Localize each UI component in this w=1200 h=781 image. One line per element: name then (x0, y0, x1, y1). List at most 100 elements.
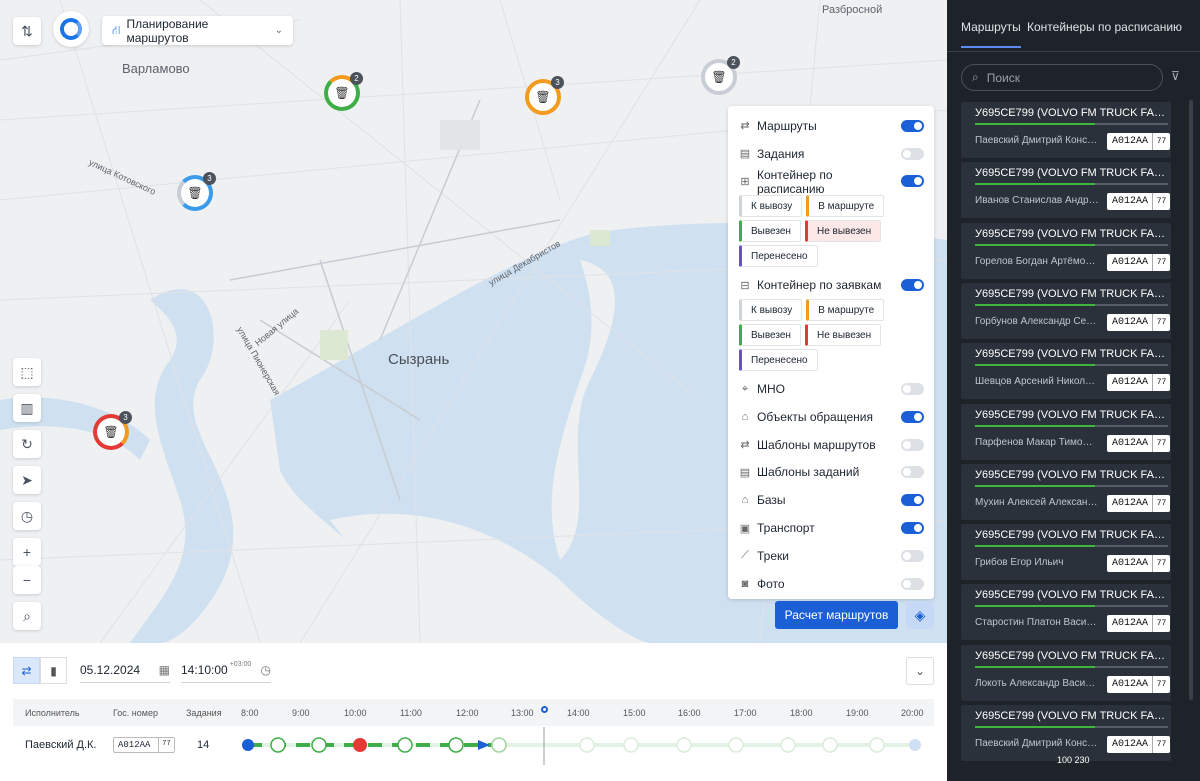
route-card[interactable]: У695СЕ799 (VOLVO FM TRUCK FAUN (18),... Г… (961, 222, 1171, 279)
layers-panel: ⇄ Маршруты ▤ Задания ⊞ Контейнер по расписа… (728, 106, 934, 599)
col-executor: Исполнитель (25, 708, 80, 718)
layer-label: Треки (757, 548, 789, 563)
container-marker[interactable]: 🗑 3 (93, 411, 132, 450)
chip-to-pickup[interactable]: К вывозу (739, 195, 803, 218)
layer-label: Базы (757, 493, 786, 508)
plate-region: 77 (1152, 374, 1170, 392)
chip-not-picked[interactable]: Не вывезен (804, 220, 882, 243)
camera-icon: ◙ (741, 577, 749, 590)
plate-number: А012АА (1112, 437, 1149, 449)
layer-label: Шаблоны заданий (757, 465, 860, 480)
route-card[interactable]: У695СЕ799 (VOLVO FM TRUCK FAUN (18),... Ш… (961, 343, 1171, 400)
layer-label: Фото (757, 576, 785, 591)
toggle-requested[interactable] (901, 279, 924, 292)
route-card[interactable]: У695СЕ799 (VOLVO FM TRUCK FAUN (18),... П… (961, 705, 1171, 761)
routes-view-icon[interactable]: ⇄ (13, 657, 40, 684)
clock-icon[interactable]: ◷ (13, 502, 41, 530)
chip-picked[interactable]: Вывезен (739, 324, 801, 347)
time-value: 14:10:00 (181, 662, 228, 677)
pin-icon: ⌖ (741, 382, 749, 395)
layer-label: Шаблоны маршрутов (757, 437, 876, 452)
timeline-row[interactable]: Паевский Д.К. А012АА 77 14 (0, 706, 947, 765)
chip-in-route[interactable]: В маршруте (806, 299, 885, 322)
factory-icon: ⌂ (741, 410, 749, 423)
zoom-in-icon[interactable]: + (13, 538, 41, 566)
hour-label: 12:00 (456, 708, 479, 718)
toggle-tracks[interactable] (901, 549, 924, 562)
layer-label: Контейнер по заявкам (757, 278, 882, 293)
hour-label: 16:00 (678, 708, 701, 718)
select-area-icon[interactable]: ⬚ (13, 358, 41, 386)
route-card[interactable]: У695СЕ799 (VOLVO FM TRUCK FAUN (18),... Г… (961, 524, 1171, 581)
toggle-mno[interactable] (901, 383, 924, 396)
toggle-transport[interactable] (901, 522, 924, 535)
search-icon[interactable]: ⌕ (13, 602, 41, 630)
tab-routes[interactable]: Маршруты (961, 20, 1021, 48)
hour-label: 9:00 (292, 708, 310, 718)
toggle-task-templates[interactable] (901, 466, 924, 479)
route-card-plate: А012АА 77 (1107, 736, 1170, 753)
time-field[interactable]: 14:10:00 +03:00 ◷ (181, 657, 271, 683)
mode-dropdown[interactable]: ⛙ Планирование маршрутов ⌄ (102, 16, 293, 45)
container-marker[interactable]: 🗑 3 (177, 172, 216, 211)
chip-not-picked[interactable]: Не вывезен (804, 324, 882, 347)
route-card-plate: А012АА 77 (1107, 494, 1170, 512)
hour-label: 15:00 (623, 708, 646, 718)
chip-moved[interactable]: Перенесено (739, 245, 818, 268)
filter-icon[interactable]: ⊽ (1171, 69, 1180, 83)
route-progress-bar (975, 123, 1168, 125)
routes-sidebar: Маршруты Контейнеры по расписанию ⌕ Поис… (947, 0, 1200, 781)
route-card-title: У695СЕ799 (VOLVO FM TRUCK FAUN (18),... (975, 348, 1171, 361)
layers-icon[interactable]: ◈ (906, 601, 934, 629)
route-card[interactable]: У695СЕ799 (VOLVO FM TRUCK FAUN (18),... Л… (961, 644, 1171, 701)
route-icon: ⇄ (740, 120, 750, 133)
hour-label: 11:00 (400, 708, 422, 718)
route-card-title: У695СЕ799 (VOLVO FM TRUCK FAUN (18),... (975, 589, 1171, 602)
toggle-photo[interactable] (901, 577, 924, 590)
route-card-driver: Шевцов Арсений Николаевич (975, 376, 1100, 388)
route-card[interactable]: У695СЕ799 (VOLVO FM TRUCK FAUN (18),... Г… (961, 282, 1171, 339)
chevron-down-icon: ⌄ (274, 25, 283, 36)
route-card[interactable]: У695СЕ799 (VOLVO FM TRUCK FAUN (18),... И… (961, 162, 1171, 219)
route-card[interactable]: У695СЕ799 (VOLVO FM TRUCK FAUN (18),... М… (961, 463, 1171, 520)
search-input[interactable]: ⌕ Поиск (961, 64, 1163, 91)
toggle-bases[interactable] (901, 494, 924, 507)
plate-region: 77 (1152, 253, 1170, 271)
route-card-title: У695СЕ799 (VOLVO FM TRUCK FAUN (18),... (975, 167, 1171, 180)
chip-moved[interactable]: Перенесено (739, 349, 818, 372)
route-progress-bar (975, 183, 1168, 186)
sort-icon[interactable]: ⇅ (13, 17, 41, 45)
route-card[interactable]: У695СЕ799 (VOLVO FM TRUCK FAUN (18),... С… (961, 584, 1171, 641)
locate-icon[interactable]: ➤ (13, 466, 41, 494)
plate-number: А012АА (1112, 739, 1149, 750)
chip-in-route[interactable]: В маршруте (806, 195, 885, 218)
route-card[interactable]: У695СЕ799 (VOLVO FM TRUCK FAUN (18),... П… (961, 102, 1171, 158)
refresh-icon[interactable]: ↻ (13, 430, 41, 458)
base-icon: ⌂ (741, 494, 749, 507)
toggle-tasks[interactable] (901, 147, 924, 160)
zoom-out-icon[interactable]: − (13, 566, 41, 594)
scrollbar[interactable] (1189, 100, 1193, 700)
route-progress-bar (975, 665, 1168, 668)
toggle-routes[interactable] (901, 119, 924, 132)
container-marker[interactable]: 🗑 3 (525, 76, 564, 115)
collapse-icon[interactable]: ⌄ (906, 657, 934, 685)
plate-region: 77 (1152, 193, 1170, 211)
marker-count: 3 (203, 172, 216, 185)
tab-scheduled-containers[interactable]: Контейнеры по расписанию (1027, 20, 1182, 34)
toggle-scheduled[interactable] (901, 175, 924, 188)
route-card[interactable]: У695СЕ799 (VOLVO FM TRUCK FAUN (18),... П… (961, 403, 1171, 460)
toggle-objects[interactable] (901, 410, 924, 423)
map-canvas[interactable]: Варламово Сызрань Разбросной улица Котов… (0, 0, 947, 643)
plate-number: А012АА (1112, 256, 1149, 268)
toggle-route-templates[interactable] (901, 438, 924, 451)
calc-routes-button[interactable]: Расчет маршрутов (775, 601, 898, 629)
chip-picked[interactable]: Вывезен (739, 220, 801, 243)
container-marker[interactable]: 🗑 2 (324, 72, 363, 111)
map-icon[interactable]: ▥ (13, 394, 41, 422)
date-field[interactable]: 05.12.2024 ▦ (80, 657, 170, 683)
request-icon: ⊟ (740, 279, 750, 292)
chart-view-icon[interactable]: ▮ (40, 657, 67, 684)
chip-to-pickup[interactable]: К вывозу (739, 299, 803, 322)
container-marker[interactable]: 🗑 2 (701, 56, 740, 95)
